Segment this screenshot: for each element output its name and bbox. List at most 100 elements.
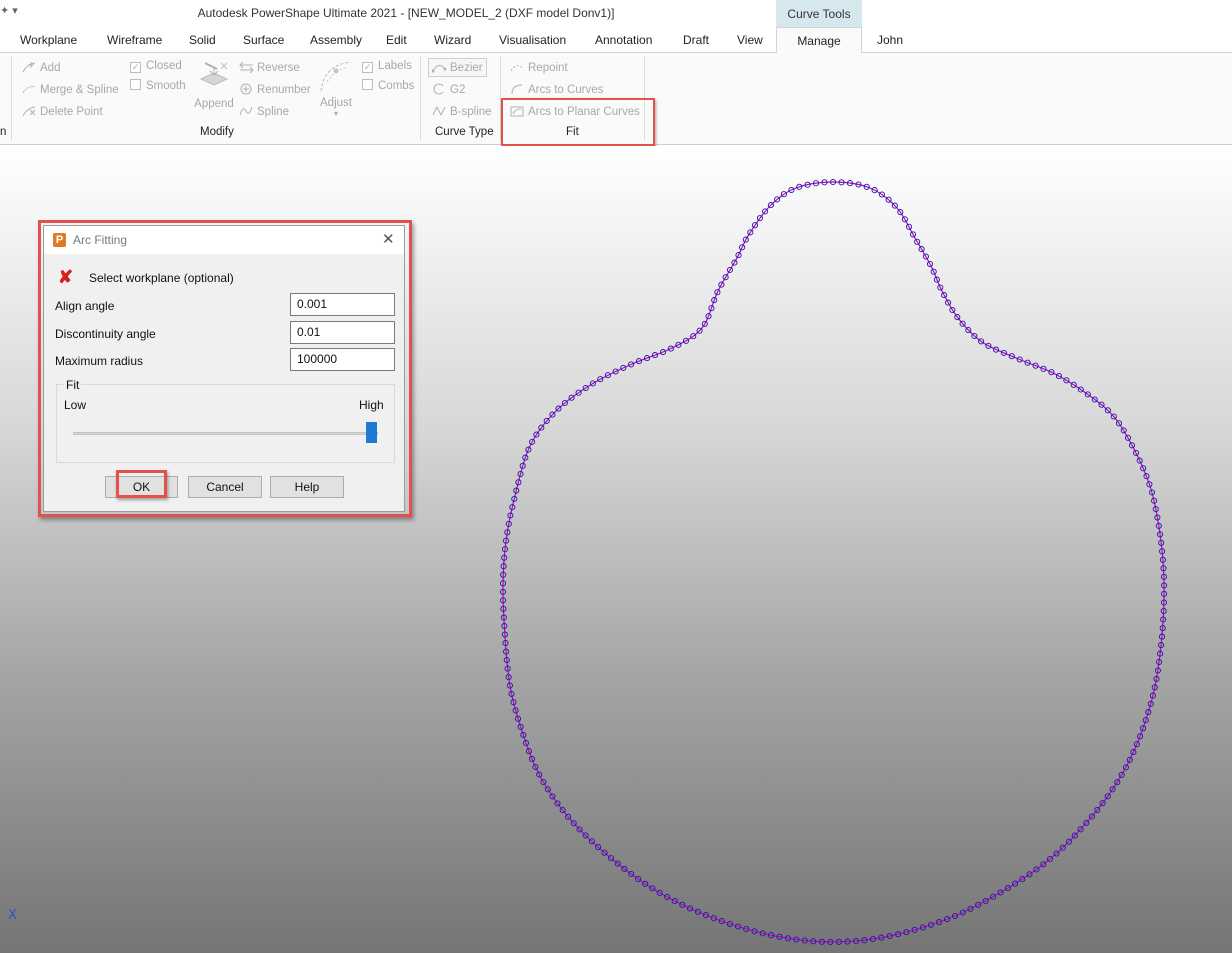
checkbox-empty-icon <box>362 79 373 90</box>
fit-slider-thumb[interactable] <box>366 422 377 443</box>
checkmark-icon: ✓ <box>130 62 141 73</box>
arcs-to-curves-button[interactable]: Arcs to Curves <box>510 83 603 96</box>
tab-workplane[interactable]: Workplane <box>20 33 77 47</box>
fit-low-label: Low <box>64 398 87 412</box>
select-workplane-label: Select workplane (optional) <box>89 271 234 285</box>
tab-visualisation[interactable]: Visualisation <box>499 33 566 47</box>
merge-spline-button[interactable]: Merge & Spline <box>22 83 119 96</box>
g2-button[interactable]: G2 <box>432 83 465 96</box>
align-angle-label: Align angle <box>55 299 115 313</box>
append-label: Append <box>194 98 234 110</box>
tab-manage[interactable]: Manage <box>776 27 862 54</box>
tab-annotation[interactable]: Annotation <box>595 33 652 47</box>
fit-high-label: High <box>359 398 384 412</box>
repoint-label: Repoint <box>528 62 568 74</box>
window-title: Autodesk PowerShape Ultimate 2021 - [NEW… <box>197 6 615 20</box>
reverse-icon <box>239 61 254 74</box>
maximum-radius-label: Maximum radius <box>55 354 144 368</box>
align-angle-field[interactable]: 0.001 <box>290 293 395 316</box>
arc-fitting-dialog: P Arc Fitting ✕ ✘ Select workplane (opti… <box>43 225 405 512</box>
labels-label: Labels <box>378 60 412 72</box>
group-label-curve-type: Curve Type <box>435 126 494 138</box>
delete-point-button[interactable]: Delete Point <box>22 105 103 118</box>
maximum-radius-field[interactable]: 100000 <box>290 348 395 371</box>
dialog-title: Arc Fitting <box>73 233 128 247</box>
ribbon-separator <box>420 56 421 141</box>
closed-label: Closed <box>146 60 182 72</box>
smooth-checkbox[interactable]: Smooth <box>130 79 186 92</box>
merge-spline-label: Merge & Spline <box>40 84 119 96</box>
fit-groupbox <box>56 384 395 463</box>
curve-path[interactable] <box>502 181 1165 943</box>
smooth-label: Smooth <box>146 80 186 92</box>
adjust-icon <box>320 61 352 92</box>
discontinuity-angle-label: Discontinuity angle <box>55 327 156 341</box>
contextual-tab-curve-tools: Curve Tools <box>776 0 862 29</box>
closed-checkbox[interactable]: ✓ Closed <box>130 60 182 73</box>
bspline-label: B-spline <box>450 106 492 118</box>
ok-button-highlight <box>116 470 167 498</box>
adjust-button[interactable]: Adjust ▾ <box>316 59 356 118</box>
ribbon-tabs: Workplane Wireframe Solid Surface Assemb… <box>0 27 1232 54</box>
checkbox-empty-icon <box>130 79 141 90</box>
repoint-icon <box>510 61 524 73</box>
combs-checkbox[interactable]: Combs <box>362 79 414 92</box>
renumber-label: Renumber <box>257 84 311 96</box>
append-icon <box>199 62 229 86</box>
ribbon-separator <box>11 56 12 141</box>
ribbon-group-fragment: n <box>0 126 7 138</box>
reverse-label: Reverse <box>257 62 300 74</box>
cancel-button[interactable]: Cancel <box>188 476 262 498</box>
delete-point-label: Delete Point <box>40 106 103 118</box>
delete-point-icon <box>22 105 36 117</box>
repoint-button[interactable]: Repoint <box>510 61 568 74</box>
tab-wireframe[interactable]: Wireframe <box>107 33 162 47</box>
title-bar: ✦ ▾ Autodesk PowerShape Ultimate 2021 - … <box>0 0 1232 27</box>
add-point-icon <box>22 61 36 73</box>
curve-points <box>499 178 1168 946</box>
renumber-button[interactable]: Renumber <box>239 83 311 96</box>
combs-label: Combs <box>378 80 415 92</box>
bezier-icon <box>431 61 447 73</box>
tab-john[interactable]: John <box>877 33 903 47</box>
g2-label: G2 <box>450 84 466 96</box>
arcs-to-curves-label: Arcs to Curves <box>528 84 604 96</box>
group-label-modify: Modify <box>200 126 234 138</box>
fit-group-label: Fit <box>64 378 82 392</box>
tab-edit[interactable]: Edit <box>386 33 407 47</box>
bspline-icon <box>432 105 446 117</box>
append-button[interactable]: Append <box>193 59 235 110</box>
reverse-button[interactable]: Reverse <box>239 61 300 74</box>
discontinuity-angle-field[interactable]: 0.01 <box>290 321 395 344</box>
arcs-to-curves-icon <box>510 83 524 95</box>
bezier-label: Bezier <box>450 62 483 74</box>
checkmark-icon: ✓ <box>362 62 373 73</box>
axis-x-indicator: X <box>8 908 17 923</box>
bezier-button[interactable]: Bezier <box>428 58 487 77</box>
adjust-label: Adjust <box>320 97 352 109</box>
adjust-dropdown-icon[interactable]: ▾ <box>316 109 356 118</box>
powershape-logo-icon: P <box>53 233 66 247</box>
tab-view[interactable]: View <box>737 33 763 47</box>
g2-icon <box>432 83 446 95</box>
help-button[interactable]: Help <box>270 476 344 498</box>
bspline-button[interactable]: B-spline <box>432 105 492 118</box>
tab-draft[interactable]: Draft <box>683 33 709 47</box>
fit-group-highlight <box>501 98 655 146</box>
spline-button[interactable]: Spline <box>239 105 289 118</box>
merge-spline-icon <box>22 83 36 95</box>
renumber-icon <box>239 83 253 95</box>
tab-solid[interactable]: Solid <box>189 33 216 47</box>
add-point-button[interactable]: Add <box>22 61 60 74</box>
tab-surface[interactable]: Surface <box>243 33 284 47</box>
tab-wizard[interactable]: Wizard <box>434 33 471 47</box>
add-label: Add <box>40 62 61 74</box>
close-icon[interactable]: ✕ <box>382 230 395 248</box>
select-workplane-icon[interactable]: ✘ <box>58 268 73 286</box>
dialog-title-bar[interactable]: P Arc Fitting ✕ <box>44 226 404 254</box>
spline-label: Spline <box>257 106 289 118</box>
labels-checkbox[interactable]: ✓ Labels <box>362 60 412 73</box>
spline-icon <box>239 105 253 117</box>
tab-assembly[interactable]: Assembly <box>310 33 362 47</box>
fit-slider-track[interactable] <box>73 432 378 435</box>
